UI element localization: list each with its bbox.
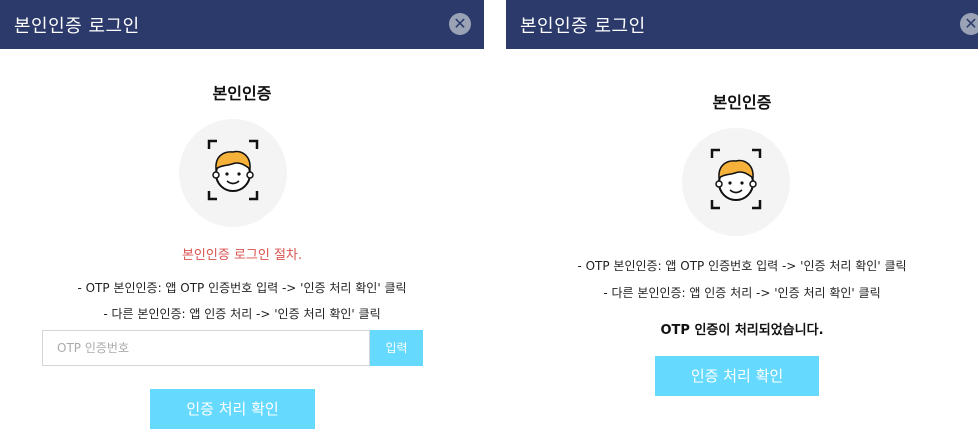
dialog-header: 본인인증 로그인 ✕ xyxy=(0,0,484,49)
page-heading: 본인인증 xyxy=(212,84,272,103)
login-dialog-left: 본인인증 로그인 ✕ 본인인증 본인인증 로그인 절차. - OTP 본인인증:… xyxy=(0,0,484,429)
instruction-other: - 다른 본인인증: 앱 인증 처리 -> '인증 처리 확인' 클릭 xyxy=(603,286,881,300)
close-icon[interactable]: ✕ xyxy=(960,13,978,35)
status-message: OTP 인증이 처리되었습니다. xyxy=(660,323,824,338)
otp-input[interactable] xyxy=(42,330,370,366)
face-scan-icon xyxy=(179,119,287,227)
confirm-auth-button[interactable]: 인증 처리 확인 xyxy=(150,389,315,429)
confirm-auth-button[interactable]: 인증 처리 확인 xyxy=(655,356,819,396)
dialog-header: 본인인증 로그인 ✕ xyxy=(506,0,978,49)
process-text: 본인인증 로그인 절차. xyxy=(181,248,303,263)
dialog-title: 본인인증 로그인 xyxy=(520,15,646,37)
otp-submit-button[interactable]: 입력 xyxy=(370,330,423,366)
instruction-otp: - OTP 본인인증: 앱 OTP 인증번호 입력 -> '인증 처리 확인' … xyxy=(77,281,407,295)
dialog-title: 본인인증 로그인 xyxy=(14,15,140,37)
face-scan-icon xyxy=(682,128,790,236)
close-icon[interactable]: ✕ xyxy=(449,13,471,35)
instruction-other: - 다른 본인인증: 앱 인증 처리 -> '인증 처리 확인' 클릭 xyxy=(103,307,381,321)
login-dialog-right: 본인인증 로그인 ✕ 본인인증 - OTP 본인인증: 앱 OTP 인증번호 입… xyxy=(506,0,978,425)
page-heading: 본인인증 xyxy=(712,93,772,112)
instruction-otp: - OTP 본인인증: 앱 OTP 인증번호 입력 -> '인증 처리 확인' … xyxy=(577,259,907,273)
